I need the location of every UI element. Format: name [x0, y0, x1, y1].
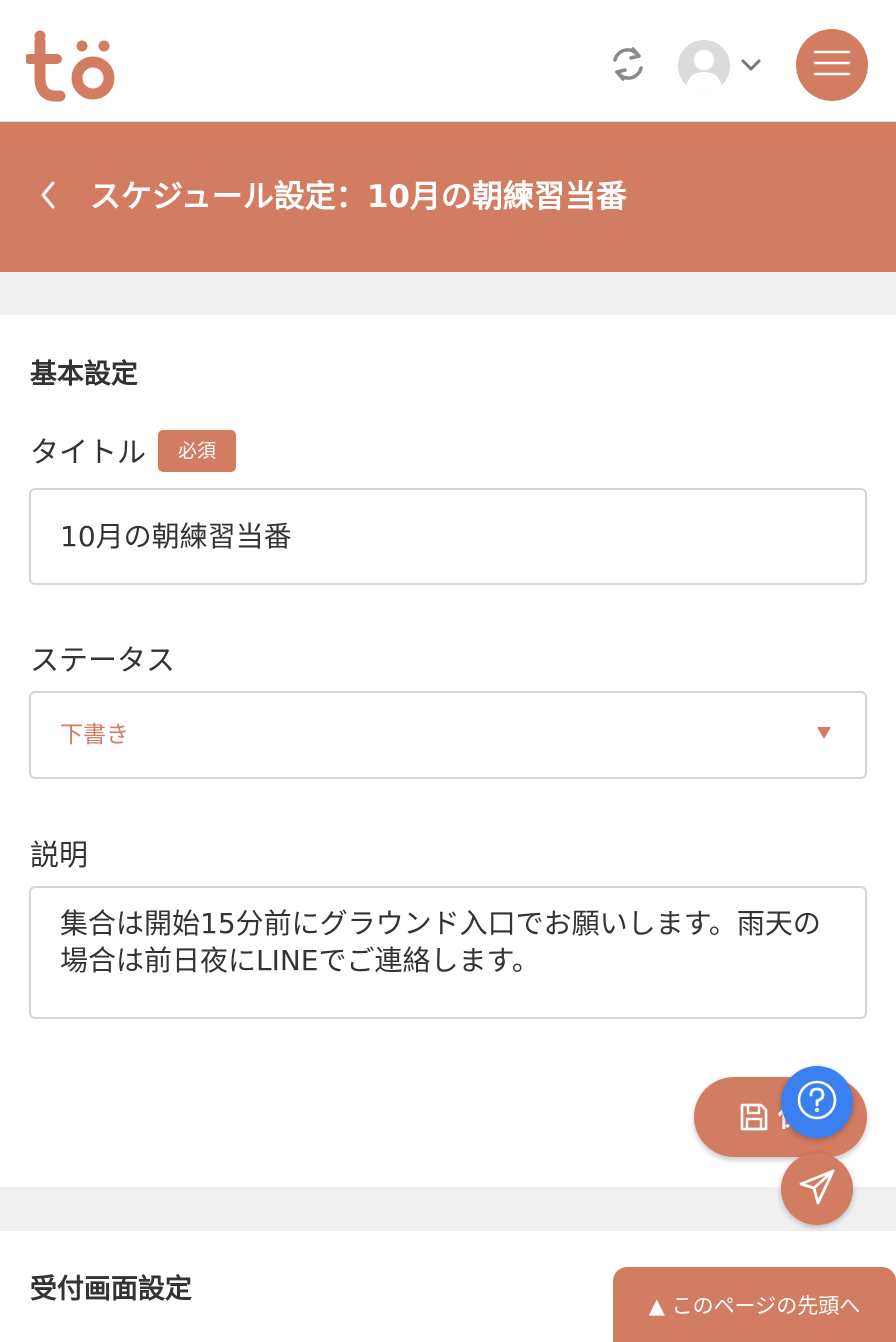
scroll-to-top-button[interactable]: ▲ このページの先頭へ — [613, 1267, 896, 1342]
chevron-left-icon — [39, 180, 57, 214]
to-logo[interactable] — [24, 26, 118, 104]
chevron-down-icon — [740, 57, 762, 76]
status-field-label: ステータス — [30, 643, 176, 677]
status-select[interactable]: 下書き — [29, 691, 867, 779]
sync-button[interactable] — [602, 40, 654, 92]
basic-settings-heading: 基本設定 — [30, 359, 138, 390]
triangle-down-icon — [817, 727, 831, 739]
paper-plane-icon — [797, 1167, 837, 1211]
resize-handle-icon[interactable] — [849, 1001, 863, 1015]
description-textarea[interactable]: 集合は開始15分前にグラウンド入口でお願いします。雨天の場合は前日夜にLINEで… — [29, 886, 867, 1019]
back-button[interactable] — [28, 174, 68, 220]
sync-icon — [611, 46, 645, 86]
title-input[interactable]: 10月の朝練習当番 — [29, 488, 867, 585]
description-text: 集合は開始15分前にグラウンド入口でお願いします。雨天の場合は前日夜にLINEで… — [60, 907, 821, 977]
required-badge: 必須 — [158, 430, 236, 472]
send-button[interactable] — [781, 1153, 853, 1225]
page-title: スケジュール設定：10月の朝練習当番 — [90, 179, 627, 215]
status-selected-value: 下書き — [60, 722, 129, 748]
user-avatar-icon — [678, 40, 730, 92]
floppy-disk-icon — [738, 1101, 770, 1133]
title-field-label: タイトル — [30, 435, 147, 469]
page-title-bar: スケジュール設定：10月の朝練習当番 — [0, 122, 896, 272]
account-menu-button[interactable] — [678, 36, 770, 96]
reception-settings-heading: 受付画面設定 — [30, 1274, 192, 1305]
hamburger-menu-button[interactable] — [796, 29, 868, 101]
hamburger-menu-icon — [813, 49, 851, 81]
description-field-label: 説明 — [30, 838, 89, 872]
question-circle-icon — [795, 1078, 839, 1126]
app-header — [0, 0, 896, 122]
help-button[interactable] — [781, 1066, 853, 1138]
